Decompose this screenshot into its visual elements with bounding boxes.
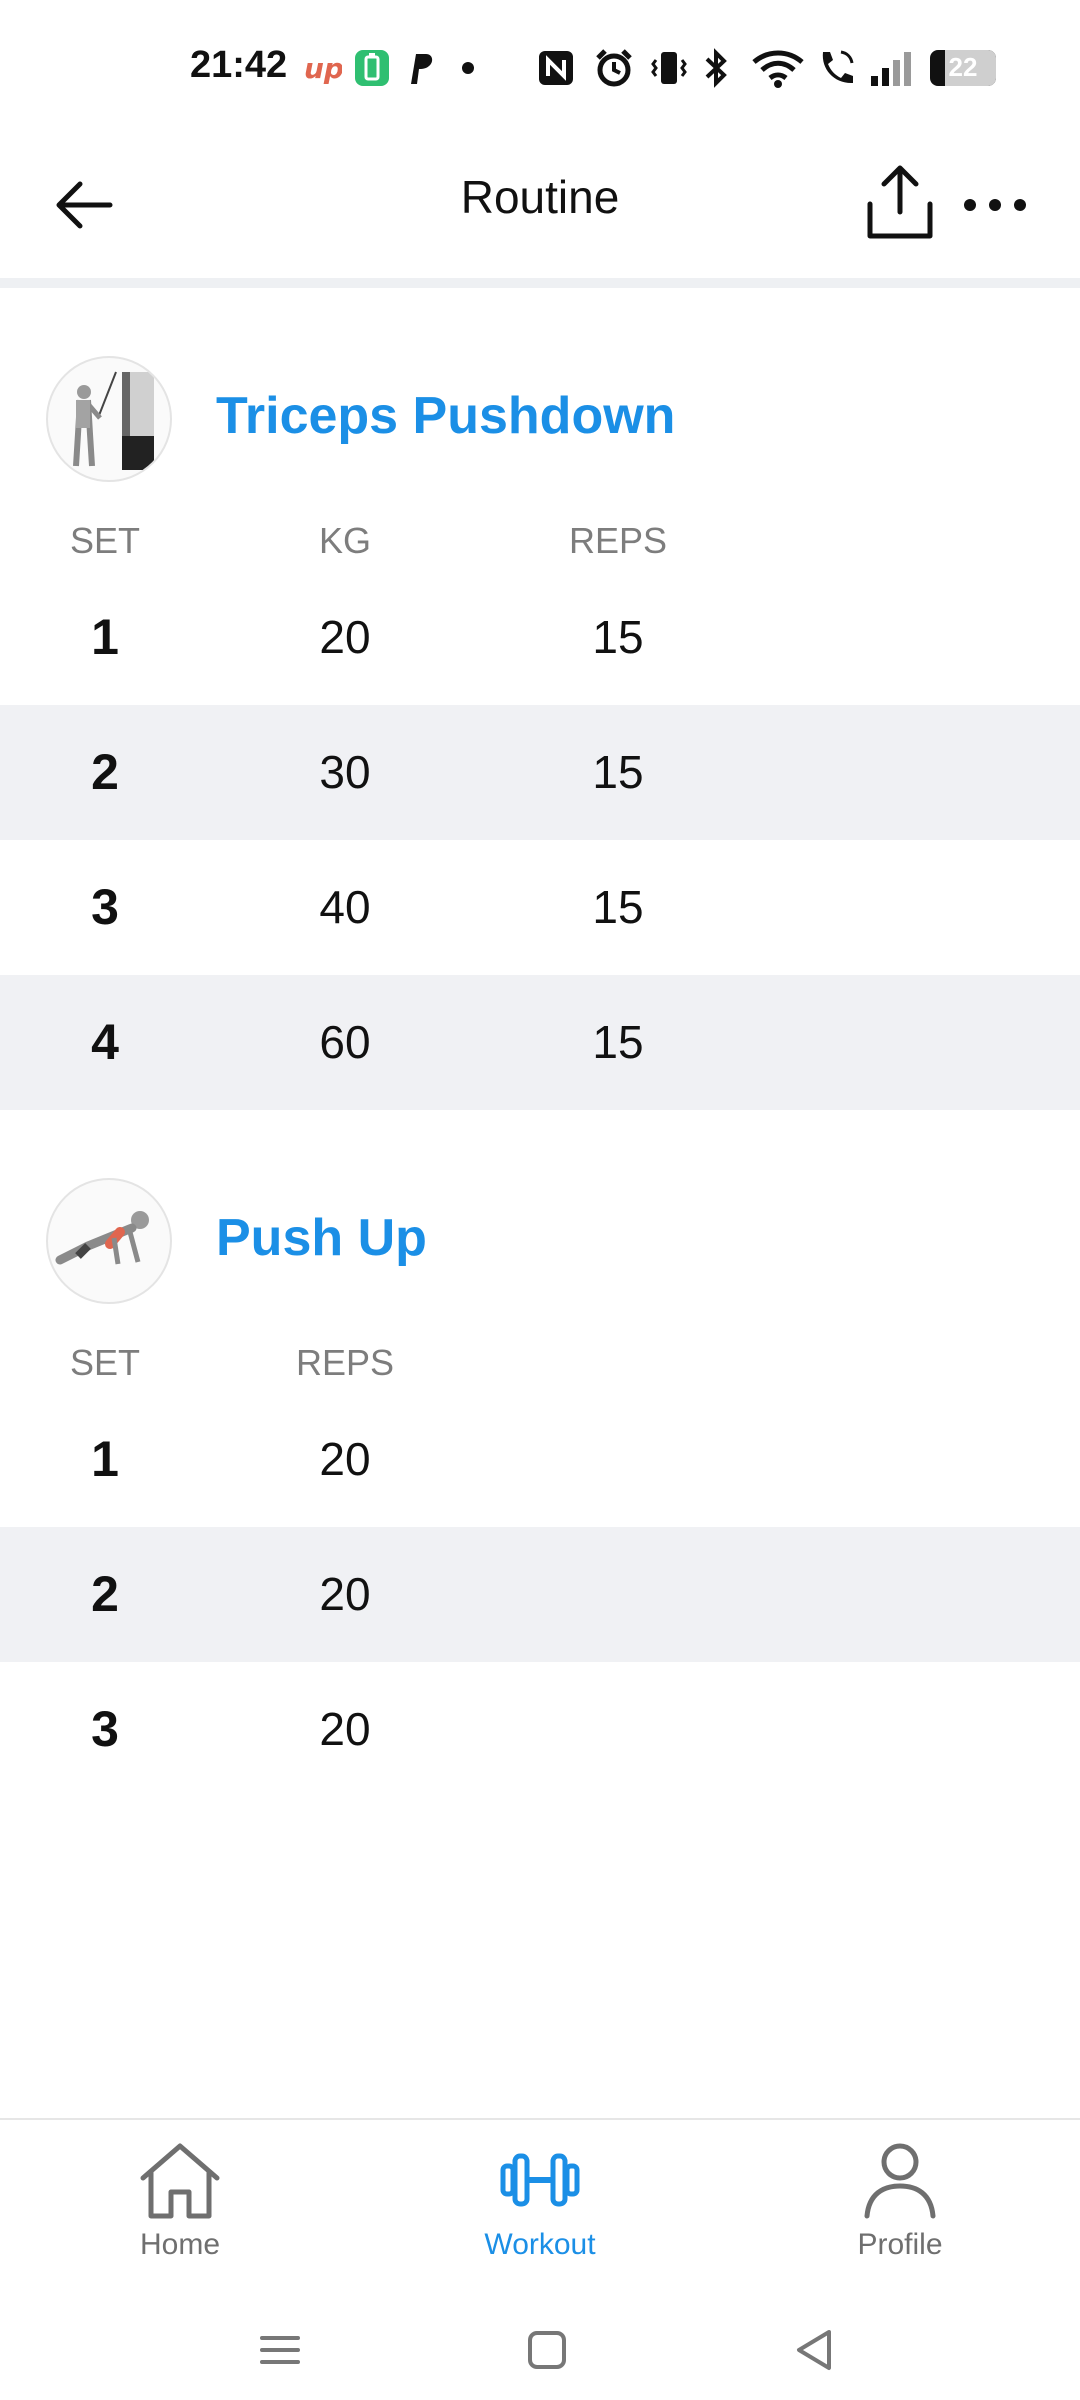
bottom-nav: Home Workout Profile — [0, 2118, 1080, 2300]
set-number: 2 — [91, 744, 119, 800]
cable-machine-icon — [73, 371, 154, 470]
set-reps: 15 — [592, 1016, 644, 1068]
set-number: 1 — [91, 609, 119, 665]
nav-home[interactable]: Home — [80, 2140, 280, 2280]
dot-icon — [458, 48, 478, 88]
set-weight: 20 — [319, 611, 371, 663]
battery-saver-icon — [352, 48, 392, 88]
column-header-reps: REPS — [295, 1342, 395, 1383]
battery-level: 22 — [948, 52, 978, 82]
exercise-thumbnail[interactable] — [46, 356, 172, 482]
set-number: 1 — [91, 1431, 119, 1487]
svg-text:up: up — [304, 52, 342, 85]
set-weight: 30 — [319, 746, 371, 798]
exercise-name[interactable]: Triceps Pushdown — [216, 386, 675, 446]
push-up-icon — [55, 1211, 149, 1265]
nav-profile[interactable]: Profile — [800, 2140, 1000, 2280]
nav-home-label: Home — [139, 2228, 221, 2261]
profile-icon — [864, 2143, 936, 2219]
nav-workout-label: Workout — [484, 2228, 596, 2261]
nfc-icon — [536, 48, 576, 88]
set-reps: 20 — [319, 1433, 371, 1485]
status-bar: 21:42 up 22 — [0, 0, 1080, 130]
set-number: 3 — [91, 1701, 119, 1757]
share-button[interactable] — [862, 160, 938, 244]
set-number: 4 — [91, 1014, 119, 1070]
column-header-set: SET — [69, 1342, 140, 1383]
set-row: 1 20 15 — [0, 570, 1080, 705]
header-divider — [0, 278, 1080, 288]
battery-icon: 22 — [930, 50, 996, 86]
system-nav-bar — [0, 2300, 1080, 2400]
wifi-icon — [750, 48, 806, 88]
set-row: 3 40 15 — [0, 840, 1080, 975]
more-button[interactable] — [960, 170, 1030, 240]
wifi-calling-icon — [814, 48, 858, 88]
set-reps: 15 — [592, 881, 644, 933]
home-icon — [140, 2143, 220, 2219]
vibrate-icon — [650, 48, 688, 88]
set-row: 2 30 15 — [0, 705, 1080, 840]
signal-icon — [868, 48, 918, 88]
exercise-thumbnail[interactable] — [46, 1178, 172, 1304]
set-reps: 20 — [319, 1568, 371, 1620]
exercise-name[interactable]: Push Up — [216, 1208, 427, 1268]
paypal-icon — [402, 48, 438, 88]
set-row: 2 20 — [0, 1527, 1080, 1662]
bluetooth-icon — [700, 48, 732, 88]
dumbbell-icon — [500, 2153, 580, 2207]
menu-lines-icon — [260, 2336, 300, 2364]
square-icon — [528, 2331, 566, 2369]
home-system-button[interactable] — [517, 2320, 577, 2380]
set-weight: 40 — [319, 881, 371, 933]
app-bar: Routine — [0, 130, 1080, 280]
set-reps: 15 — [592, 746, 644, 798]
set-number: 2 — [91, 1566, 119, 1622]
status-time: 21:42 — [190, 44, 288, 86]
set-row: 4 60 15 — [0, 975, 1080, 1110]
column-header-kg: KG — [318, 520, 371, 561]
recent-apps-button[interactable] — [250, 2320, 310, 2380]
set-weight: 60 — [319, 1016, 371, 1068]
set-reps: 20 — [319, 1703, 371, 1755]
set-row: 1 20 — [0, 1392, 1080, 1527]
nav-profile-label: Profile — [857, 2228, 943, 2261]
column-header-reps: REPS — [568, 520, 668, 561]
column-header-set: SET — [69, 520, 140, 561]
set-row: 3 20 — [0, 1662, 1080, 1797]
set-number: 3 — [91, 879, 119, 935]
set-reps: 15 — [592, 611, 644, 663]
back-system-button[interactable] — [785, 2320, 845, 2380]
more-horizontal-icon — [964, 199, 1026, 211]
nav-workout[interactable]: Workout — [440, 2140, 640, 2280]
triangle-back-icon — [797, 2330, 831, 2370]
up-app-icon: up — [300, 48, 344, 88]
share-icon — [867, 165, 933, 239]
alarm-icon — [592, 48, 636, 88]
